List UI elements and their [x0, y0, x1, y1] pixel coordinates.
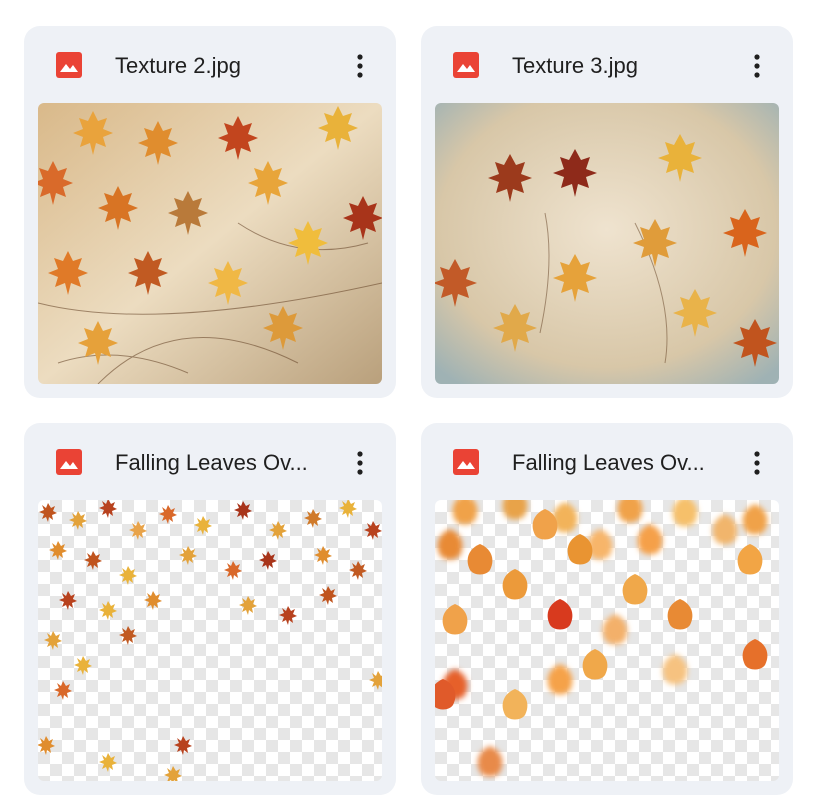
autumn-leaves-image — [38, 103, 382, 384]
file-card[interactable]: Texture 3.jpg — [421, 26, 793, 398]
more-options-button[interactable] — [743, 445, 771, 481]
autumn-leaves-image — [435, 103, 779, 384]
more-options-button[interactable] — [346, 48, 374, 84]
file-card-header: Texture 2.jpg — [24, 26, 396, 102]
file-thumbnail[interactable] — [435, 500, 779, 781]
more-options-button[interactable] — [743, 48, 771, 84]
file-name: Texture 2.jpg — [115, 53, 241, 78]
more-vert-icon — [357, 451, 363, 475]
file-name: Texture 3.jpg — [512, 53, 638, 78]
file-thumbnail[interactable] — [435, 103, 779, 384]
more-vert-icon — [754, 451, 760, 475]
file-card[interactable]: Falling Leaves Ov... — [421, 423, 793, 795]
image-file-icon — [453, 449, 479, 475]
falling-leaves-image — [38, 500, 382, 781]
file-thumbnail[interactable] — [38, 500, 382, 781]
image-file-icon — [56, 52, 82, 78]
more-vert-icon — [357, 54, 363, 78]
file-thumbnail[interactable] — [38, 103, 382, 384]
file-card[interactable]: Texture 2.jpg — [24, 26, 396, 398]
image-file-icon — [56, 449, 82, 475]
file-card[interactable]: Falling Leaves Ov... — [24, 423, 396, 795]
file-card-header: Texture 3.jpg — [421, 26, 793, 102]
image-file-icon — [453, 52, 479, 78]
file-name: Falling Leaves Ov... — [512, 450, 705, 475]
file-card-header: Falling Leaves Ov... — [421, 423, 793, 499]
blurred-falling-leaves-image — [435, 500, 768, 777]
more-options-button[interactable] — [346, 445, 374, 481]
file-name: Falling Leaves Ov... — [115, 450, 308, 475]
more-vert-icon — [754, 54, 760, 78]
file-card-header: Falling Leaves Ov... — [24, 423, 396, 499]
